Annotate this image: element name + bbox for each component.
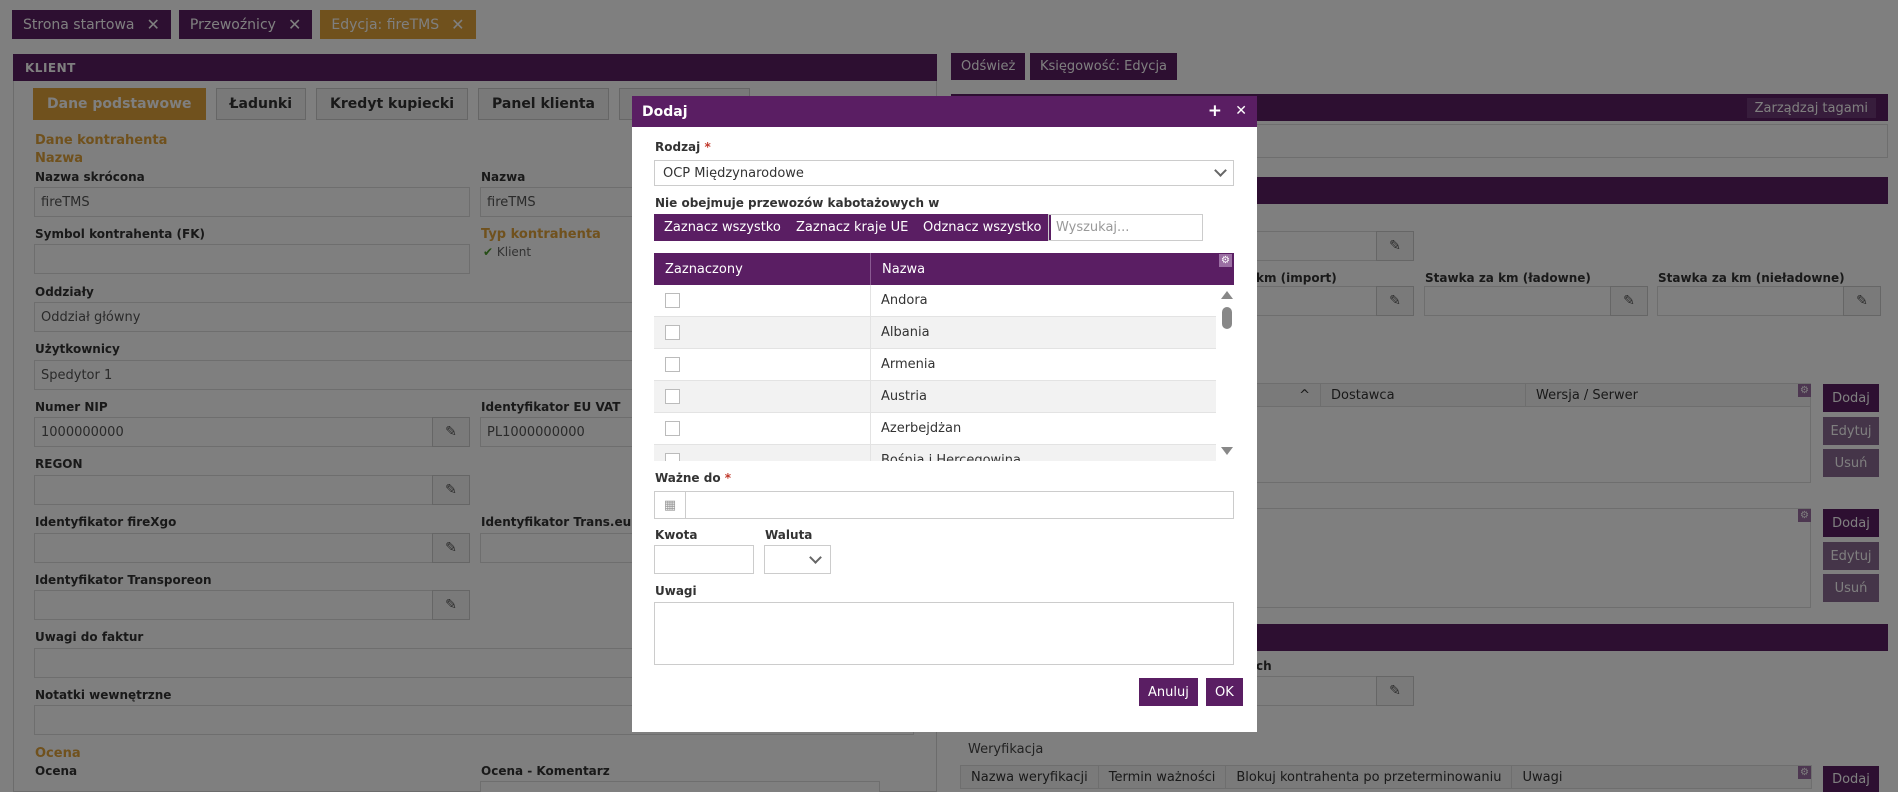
scroll-thumb[interactable] [1222,307,1232,329]
table-scrollbar[interactable] [1218,285,1234,461]
country-name: Armenia [881,357,936,372]
table-row[interactable]: Azerbejdżan [654,413,1216,445]
gear-icon[interactable]: ⚙ [1219,254,1232,267]
row-checkbox[interactable] [665,389,680,404]
currency-select[interactable] [764,545,831,574]
row-checkbox[interactable] [665,357,680,372]
table-row[interactable]: Andora [654,285,1216,317]
row-checkbox[interactable] [665,421,680,436]
dialog-title: Dodaj [642,103,688,120]
countries-table: Zaznaczony Nazwa ⚙ Andora Albania Armeni… [654,253,1234,461]
col-name-header[interactable]: Nazwa [871,253,925,285]
amount-label: Kwota [655,528,698,542]
cancel-button[interactable]: Anuluj [1139,678,1198,706]
row-checkbox[interactable] [665,325,680,340]
dialog-header: Dodaj + ✕ [632,96,1257,127]
row-checkbox[interactable] [665,453,680,461]
add-dialog: Dodaj + ✕ Rodzaj * OCP Międzynarodowe Ni… [632,96,1257,732]
scroll-down-icon[interactable] [1221,447,1233,455]
chevron-down-icon [809,551,822,564]
country-name: Andora [881,293,928,308]
countries-table-header: Zaznaczony Nazwa ⚙ [654,253,1234,285]
select-all-button[interactable]: Zaznacz wszystko [654,214,791,241]
calendar-icon[interactable]: ▦ [655,492,686,518]
table-row[interactable]: Austria [654,381,1216,413]
country-search-input[interactable]: Wyszukaj... [1048,214,1203,241]
country-name: Austria [881,389,927,404]
close-icon[interactable]: ✕ [1235,103,1247,119]
kind-select[interactable]: OCP Międzynarodowe [654,160,1234,186]
table-row[interactable]: Armenia [654,349,1216,381]
valid-to-label: Ważne do * [655,471,732,485]
table-row[interactable]: Bośnia i Hercegowina [654,445,1216,461]
country-name: Azerbejdżan [881,421,962,436]
ok-button[interactable]: OK [1206,678,1243,706]
chevron-down-icon [1214,164,1227,177]
notes-label: Uwagi [655,584,697,598]
row-checkbox[interactable] [665,293,680,308]
select-eu-button[interactable]: Zaznacz kraje UE [786,214,919,241]
scroll-up-icon[interactable] [1221,291,1233,299]
currency-label: Waluta [765,528,813,542]
amount-input[interactable] [654,545,754,574]
deselect-all-button[interactable]: Odznacz wszystko [913,214,1052,241]
cabotage-label: Nie obejmuje przewozów kabotażowych w [655,196,940,210]
country-name: Albania [881,325,930,340]
table-row[interactable]: Albania [654,317,1216,349]
col-selected-header[interactable]: Zaznaczony [654,253,871,285]
country-name: Bośnia i Hercegowina [881,453,1021,461]
kind-label: Rodzaj * [655,140,711,154]
valid-to-field[interactable]: ▦ [654,491,1234,519]
countries-table-body: Andora Albania Armenia Austria Azerbejdż… [654,285,1216,461]
kind-select-value: OCP Międzynarodowe [663,165,804,181]
plus-icon[interactable]: + [1208,101,1222,121]
notes-textarea[interactable] [654,602,1234,665]
